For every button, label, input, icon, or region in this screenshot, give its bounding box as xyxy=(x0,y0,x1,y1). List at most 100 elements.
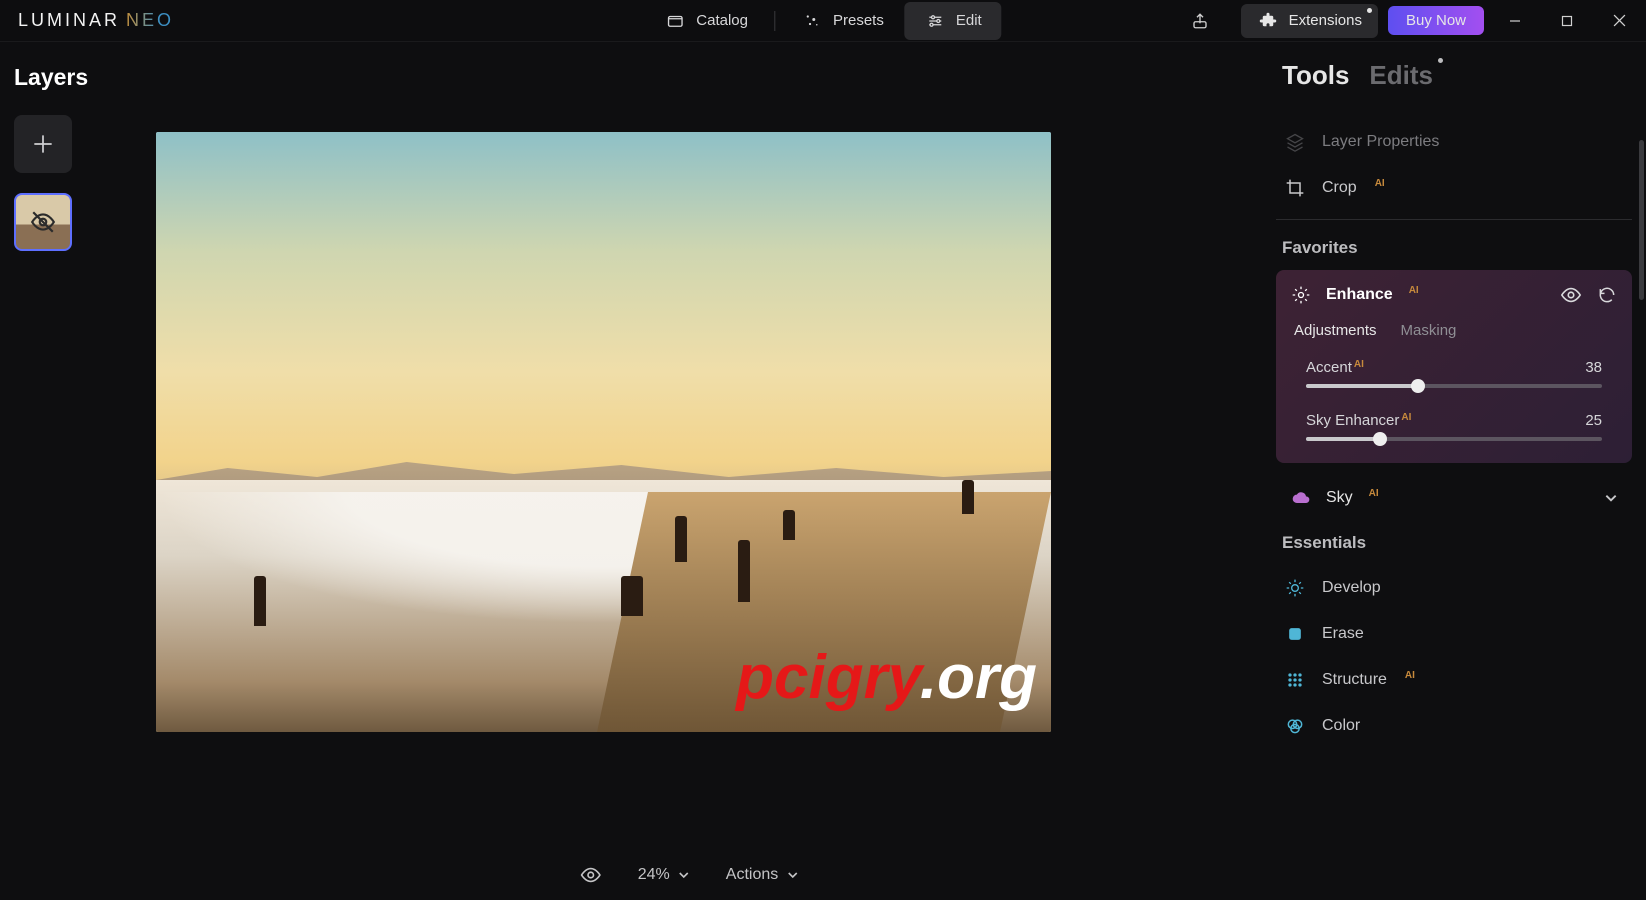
enhance-reset-button[interactable] xyxy=(1596,284,1618,306)
watermark: pcigry.org xyxy=(736,642,1037,714)
photo-figure xyxy=(254,576,266,626)
sky-enhancer-label: Sky EnhancerAI xyxy=(1306,412,1411,429)
enhance-title: Enhance xyxy=(1326,286,1393,304)
tool-crop[interactable]: Crop AI xyxy=(1276,165,1632,211)
section-essentials: Essentials xyxy=(1282,533,1632,553)
structure-icon xyxy=(1284,669,1306,691)
actions-dropdown[interactable]: Actions xyxy=(726,866,798,884)
actions-label: Actions xyxy=(726,866,778,884)
photo-figure xyxy=(783,510,795,540)
window-maximize[interactable] xyxy=(1546,2,1588,40)
workspace: Layers pcigry.org xyxy=(0,42,1646,900)
nav-catalog-label: Catalog xyxy=(696,12,748,29)
cloud-icon xyxy=(1290,487,1312,509)
buy-now-button[interactable]: Buy Now xyxy=(1388,6,1484,35)
ai-badge: AI xyxy=(1401,412,1411,423)
preview-toggle[interactable] xyxy=(580,864,602,886)
sky-enhancer-value: 25 xyxy=(1585,412,1602,429)
layer-thumbnail[interactable] xyxy=(14,193,72,251)
tool-color[interactable]: Color xyxy=(1276,703,1632,749)
tab-tools[interactable]: Tools xyxy=(1282,60,1349,91)
tool-structure[interactable]: Structure AI xyxy=(1276,657,1632,703)
ai-badge: AI xyxy=(1375,178,1385,189)
chevron-down-icon xyxy=(786,869,798,881)
scrollbar[interactable] xyxy=(1639,140,1644,300)
enhance-icon xyxy=(1290,284,1312,306)
color-icon xyxy=(1284,715,1306,737)
ai-badge: AI xyxy=(1409,285,1419,296)
tool-sky-label: Sky xyxy=(1326,489,1353,507)
logo-text-neo: NEO xyxy=(126,10,174,31)
develop-icon xyxy=(1284,577,1306,599)
subtab-masking[interactable]: Masking xyxy=(1401,322,1457,339)
sliders-icon xyxy=(924,10,946,32)
tab-edits[interactable]: Edits xyxy=(1369,60,1433,91)
enhance-visibility-toggle[interactable] xyxy=(1560,284,1582,306)
puzzle-icon xyxy=(1257,10,1279,32)
canvas-footer: 24% Actions xyxy=(580,864,799,886)
photo-figure xyxy=(675,516,687,562)
accent-label: AccentAI xyxy=(1306,359,1364,376)
top-nav: Catalog Presets Edit xyxy=(644,2,1001,40)
tab-tools-label: Tools xyxy=(1282,60,1349,90)
subtab-adjustments[interactable]: Adjustments xyxy=(1294,322,1377,339)
sparkle-icon xyxy=(801,10,823,32)
extensions-button[interactable]: Extensions xyxy=(1241,4,1378,38)
enhance-header[interactable]: Enhance AI xyxy=(1276,270,1632,320)
window-close[interactable] xyxy=(1598,2,1640,40)
buy-now-label: Buy Now xyxy=(1406,12,1466,29)
image-canvas[interactable]: pcigry.org xyxy=(156,132,1051,732)
canvas-area: pcigry.org 24% Actions xyxy=(120,42,1258,900)
photo-figure xyxy=(962,480,974,514)
tool-develop[interactable]: Develop xyxy=(1276,565,1632,611)
tab-edits-label: Edits xyxy=(1369,60,1433,90)
zoom-dropdown[interactable]: 24% xyxy=(638,866,690,884)
tool-color-label: Color xyxy=(1322,717,1360,735)
layers-panel: Layers xyxy=(0,42,120,900)
sky-enhancer-slider[interactable] xyxy=(1306,437,1602,441)
section-favorites: Favorites xyxy=(1282,238,1632,258)
visibility-hidden-icon xyxy=(30,209,56,235)
notification-dot xyxy=(1367,8,1372,13)
nav-edit[interactable]: Edit xyxy=(904,2,1002,40)
nav-separator xyxy=(774,11,775,31)
window-minimize[interactable] xyxy=(1494,2,1536,40)
sky-enhancer-slider-knob[interactable] xyxy=(1373,432,1387,446)
tool-erase[interactable]: Erase xyxy=(1276,611,1632,657)
accent-slider[interactable] xyxy=(1306,384,1602,388)
nav-edit-label: Edit xyxy=(956,12,982,29)
accent-slider-knob[interactable] xyxy=(1411,379,1425,393)
erase-icon xyxy=(1284,623,1306,645)
add-layer-button[interactable] xyxy=(14,115,72,173)
crop-icon xyxy=(1284,177,1306,199)
watermark-b: .org xyxy=(920,643,1037,712)
tool-erase-label: Erase xyxy=(1322,625,1364,643)
photo-figure xyxy=(621,576,643,616)
enhance-subtabs: Adjustments Masking xyxy=(1276,320,1632,353)
titlebar-right: Extensions Buy Now xyxy=(1183,2,1640,40)
photo-figure xyxy=(738,540,750,602)
app-logo: LUMINAR NEO xyxy=(18,10,174,31)
nav-presets-label: Presets xyxy=(833,12,884,29)
divider xyxy=(1276,219,1632,220)
sky-enhancer-slider-fill xyxy=(1306,437,1380,441)
logo-text-luminar: LUMINAR xyxy=(18,10,120,31)
tool-sky[interactable]: Sky AI xyxy=(1276,473,1632,523)
accent-value: 38 xyxy=(1585,359,1602,376)
chevron-down-icon xyxy=(1604,491,1618,505)
watermark-a: pcigry xyxy=(736,643,920,712)
accent-slider-block: AccentAI 38 xyxy=(1276,353,1632,392)
zoom-value: 24% xyxy=(638,866,670,884)
tool-develop-label: Develop xyxy=(1322,579,1381,597)
extensions-label: Extensions xyxy=(1289,12,1362,29)
nav-catalog[interactable]: Catalog xyxy=(644,2,768,40)
edits-dot xyxy=(1438,58,1443,63)
tool-layer-properties[interactable]: Layer Properties xyxy=(1276,119,1632,165)
accent-slider-fill xyxy=(1306,384,1418,388)
layers-icon xyxy=(1284,131,1306,153)
nav-presets[interactable]: Presets xyxy=(781,2,904,40)
chevron-down-icon xyxy=(678,869,690,881)
folder-icon xyxy=(664,10,686,32)
right-tabs: Tools Edits xyxy=(1282,60,1632,91)
share-button[interactable] xyxy=(1183,4,1217,38)
